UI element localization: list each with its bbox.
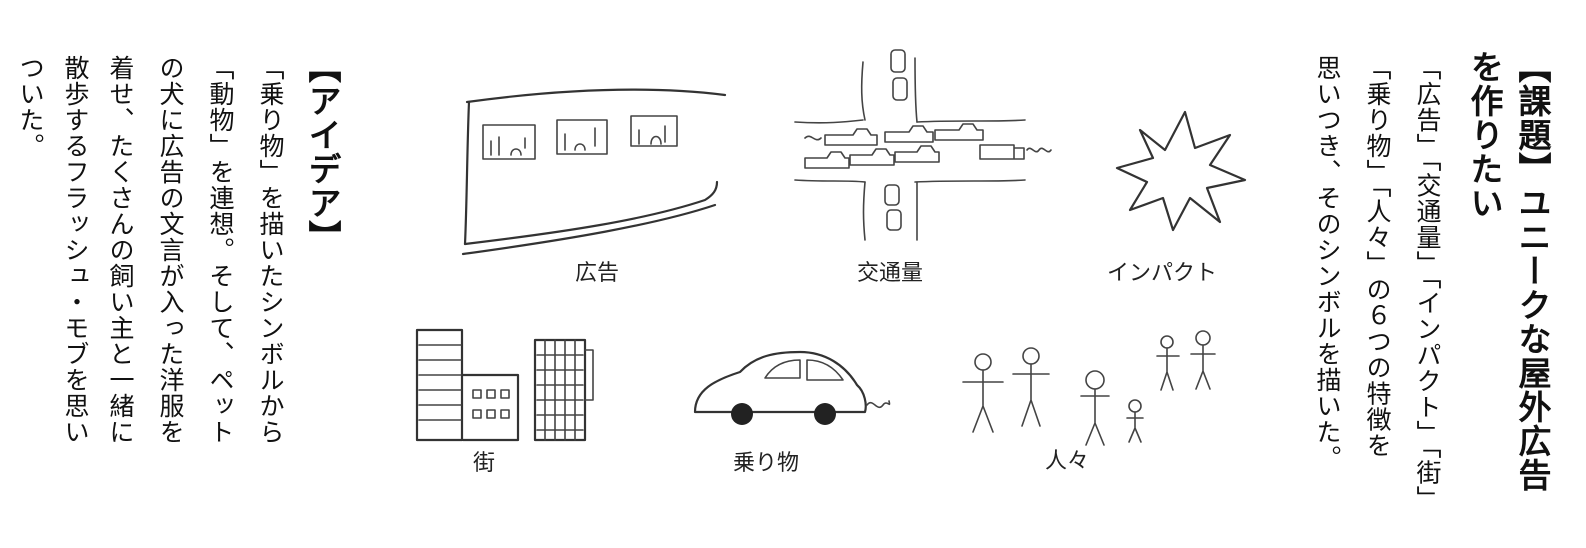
task-body-line-1: 「広告」「交通量」「インパクト」「街」 bbox=[1413, 55, 1442, 512]
idea-body-line-5: 散歩するフラッシュ・モブを思い bbox=[61, 55, 90, 445]
idea-body-line-4: 着せ、たくさんの飼い主と一緒に bbox=[106, 55, 135, 445]
idea-body-line-3: の犬に広告の文言が入った洋服を bbox=[156, 55, 185, 445]
idea-heading: 【アイデア】 bbox=[303, 50, 342, 254]
people-sketch bbox=[962, 330, 1216, 446]
advertisement-sketch bbox=[461, 88, 727, 256]
task-body-line-2: 「乗り物」「人々」の６つの特徴を bbox=[1363, 55, 1392, 459]
vehicle-sketch bbox=[693, 350, 891, 425]
city-sketch bbox=[415, 328, 594, 442]
symbol-sketches: 広告 交通量 インパクト 街 乗り物 人々 bbox=[395, 40, 1275, 510]
idea-body-line-1: 「乗り物」を描いたシンボルから bbox=[256, 55, 285, 445]
idea-body-line-2: 「動物」を連想。そして、ペット bbox=[206, 55, 235, 445]
caption-traffic: 交通量 bbox=[857, 261, 923, 286]
caption-people: 人々 bbox=[1045, 449, 1089, 474]
task-body-line-3: 思いつき、そのシンボルを描いた。 bbox=[1313, 55, 1342, 471]
caption-impact: インパクト bbox=[1107, 261, 1217, 286]
idea-body-line-6: ついた。 bbox=[16, 55, 45, 159]
caption-vehicle: 乗り物 bbox=[733, 451, 799, 476]
caption-city: 街 bbox=[473, 451, 495, 476]
impact-sketch bbox=[1115, 110, 1247, 232]
task-heading-line2: を作りたい bbox=[1465, 50, 1504, 220]
traffic-sketch bbox=[794, 49, 1052, 241]
task-heading-line1: 【課題】ユニークな屋外広告 bbox=[1513, 50, 1552, 492]
caption-advertisement: 広告 bbox=[575, 261, 619, 286]
